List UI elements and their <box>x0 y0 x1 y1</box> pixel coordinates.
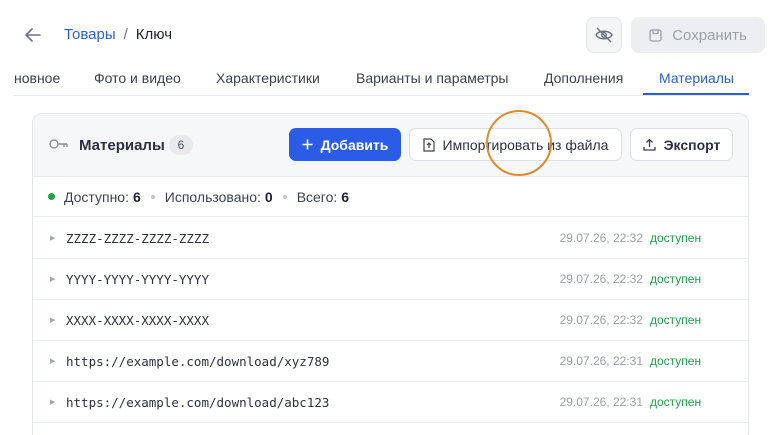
status-badge: доступен <box>650 354 702 368</box>
tab-materials[interactable]: Материалы <box>659 70 734 86</box>
top-bar: Товары / Ключ Сохранить <box>0 0 780 70</box>
caret-right-icon[interactable]: ▶ <box>50 357 55 365</box>
material-date: 29.07.26, 22:32 <box>559 272 643 286</box>
active-tab-indicator <box>643 93 749 95</box>
plus-icon <box>302 139 313 150</box>
tab-variants[interactable]: Варианты и параметры <box>356 70 508 86</box>
export-button[interactable]: Экспорт <box>630 128 733 161</box>
page-title: Ключ <box>135 26 173 43</box>
material-row[interactable]: ▶ ZZZZ-ZZZZ-ZZZZ-ZZZZ 29.07.26, 22:32 до… <box>33 218 748 259</box>
export-button-label: Экспорт <box>663 136 721 153</box>
breadcrumb-separator: / <box>123 26 128 43</box>
back-button[interactable] <box>22 24 44 46</box>
stat-used: Использовано: 0 <box>164 188 273 205</box>
stat-separator <box>282 194 287 199</box>
key-icon <box>49 139 68 149</box>
materials-count-badge: 6 <box>169 135 193 155</box>
add-button-label: Добавить <box>320 136 389 153</box>
import-button-label: Импортировать из файла <box>442 136 609 153</box>
material-code: https://example.com/download/xyz789 <box>66 353 330 369</box>
upload-icon <box>642 138 656 151</box>
material-date: 29.07.26, 22:32 <box>559 231 643 245</box>
stats-bar: Доступно: 6 Использовано: 0 Всего: 6 <box>33 177 748 217</box>
stat-total: Всего: 6 <box>296 188 350 205</box>
material-code: ZZZZ-ZZZZ-ZZZZ-ZZZZ <box>66 230 209 246</box>
arrow-left-icon <box>25 28 41 42</box>
material-row[interactable]: ▶ YYYY-YYYY-YYYY-YYYY 29.07.26, 22:32 до… <box>33 259 748 300</box>
status-badge: доступен <box>650 395 702 409</box>
caret-right-icon[interactable]: ▶ <box>50 275 55 283</box>
breadcrumb: Товары / Ключ <box>64 26 172 43</box>
tab-photo-video[interactable]: Фото и видео <box>94 70 181 86</box>
tab-additions[interactable]: Дополнения <box>544 70 623 86</box>
save-icon <box>649 28 662 42</box>
caret-right-icon[interactable]: ▶ <box>50 316 55 324</box>
material-date: 29.07.26, 22:31 <box>559 354 643 368</box>
material-date: 29.07.26, 22:32 <box>559 313 643 327</box>
materials-panel: Материалы 6 Добавить Импортировать из фа… <box>32 113 749 435</box>
material-date: 29.07.26, 22:31 <box>559 395 643 409</box>
file-import-icon <box>422 137 435 152</box>
add-button[interactable]: Добавить <box>289 128 401 161</box>
material-code: XXXX-XXXX-XXXX-XXXX <box>66 312 209 328</box>
stat-available: Доступно: 6 <box>64 188 141 205</box>
save-button[interactable]: Сохранить <box>631 17 765 53</box>
material-code: YYYY-YYYY-YYYY-YYYY <box>66 271 209 287</box>
material-row[interactable]: ▶ XXXX-XXXX-XXXX-XXXX 29.07.26, 22:32 до… <box>33 300 748 341</box>
panel-title: Материалы <box>79 137 165 154</box>
status-badge: доступен <box>650 313 702 327</box>
stat-separator <box>150 194 155 199</box>
material-row[interactable]: ▶ https://example.com/download/xyz789 29… <box>33 341 748 382</box>
available-status-dot <box>48 193 55 200</box>
import-from-file-button[interactable]: Импортировать из файла <box>409 128 622 161</box>
caret-right-icon[interactable]: ▶ <box>50 234 55 242</box>
caret-right-icon[interactable]: ▶ <box>50 398 55 406</box>
tab-main[interactable]: новное <box>14 70 60 86</box>
tab-bar: новное Фото и видео Характеристики Вариа… <box>14 62 750 96</box>
visibility-toggle-button[interactable] <box>586 17 622 53</box>
save-button-label: Сохранить <box>672 26 747 44</box>
tab-characteristics[interactable]: Характеристики <box>216 70 320 86</box>
material-code: https://example.com/download/abc123 <box>66 394 330 410</box>
material-row[interactable]: ▶ https://example.com/download/abc123 29… <box>33 382 748 423</box>
eye-off-icon <box>595 27 613 43</box>
breadcrumb-parent-link[interactable]: Товары <box>64 26 116 43</box>
panel-header: Материалы 6 Добавить Импортировать из фа… <box>33 114 748 177</box>
status-badge: доступен <box>650 231 702 245</box>
status-badge: доступен <box>650 272 702 286</box>
